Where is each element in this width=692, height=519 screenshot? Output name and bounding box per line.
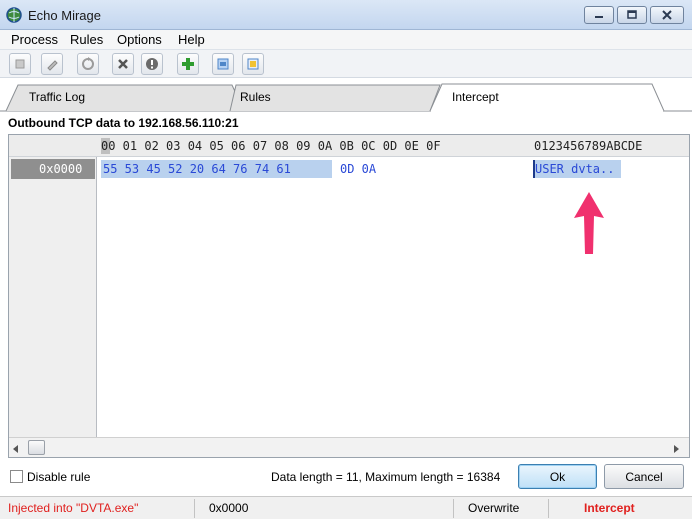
title-bar: Echo Mirage: [0, 0, 692, 30]
menu-help[interactable]: Help: [176, 32, 207, 47]
offset-gutter: [9, 135, 97, 437]
hex-editor[interactable]: 00 01 02 03 04 05 06 07 08 09 0A 0B 0C 0…: [8, 134, 690, 458]
hex-bytes-rest[interactable]: 0D 0A: [340, 162, 376, 176]
status-bar: Injected into "DVTA.exe" 0x0000 Overwrit…: [0, 496, 692, 519]
delete-button[interactable]: [112, 53, 134, 75]
menu-bar: Process Rules Options Help: [0, 30, 692, 50]
refresh-button[interactable]: [77, 53, 99, 75]
hex-bytes-selected[interactable]: 55 53 45 52 20 64 76 74 61: [103, 162, 291, 176]
scroll-right-icon[interactable]: [672, 443, 680, 457]
minimize-icon: [593, 10, 605, 20]
maximize-button[interactable]: [617, 6, 647, 24]
toolbar: [0, 50, 692, 78]
tab-strip: [0, 80, 692, 112]
horizontal-scrollbar[interactable]: [9, 437, 689, 457]
add-icon: [181, 57, 195, 71]
blue-page-icon: [216, 57, 230, 71]
menu-rules[interactable]: Rules: [68, 32, 105, 47]
arrow-up-icon: [572, 190, 606, 259]
globe-icon: [6, 7, 22, 23]
stop-button[interactable]: [9, 53, 31, 75]
minimize-button[interactable]: [584, 6, 614, 24]
stop-icon: [13, 57, 27, 71]
menu-process[interactable]: Process: [9, 32, 60, 47]
hex-column-labels: 00 01 02 03 04 05 06 07 08 09 0A 0B 0C 0…: [101, 139, 441, 153]
close-button[interactable]: [650, 6, 684, 24]
intercept-header: Outbound TCP data to 192.168.56.110:21: [8, 116, 239, 130]
maximize-icon: [626, 10, 638, 20]
window-title: Echo Mirage: [28, 8, 101, 23]
data-length-text: Data length = 11, Maximum length = 16384: [271, 470, 501, 484]
ascii-column-labels: 0123456789ABCDE: [534, 139, 643, 153]
status-offset: 0x0000: [209, 501, 249, 515]
cross-icon: [116, 57, 130, 71]
tab-intercept[interactable]: Intercept: [452, 90, 499, 104]
refresh-icon: [81, 57, 95, 71]
yellow-page-button[interactable]: [242, 53, 264, 75]
status-injected: Injected into "DVTA.exe": [8, 501, 139, 515]
tab-traffic-log[interactable]: Traffic Log: [29, 90, 85, 104]
scroll-left-icon[interactable]: [12, 443, 20, 457]
add-button[interactable]: [177, 53, 199, 75]
row-offset: 0x0000: [39, 162, 83, 176]
disable-rule-label: Disable rule: [27, 470, 91, 484]
ok-button[interactable]: Ok: [518, 464, 597, 489]
alert-icon: [145, 57, 159, 71]
edit-button[interactable]: [41, 53, 63, 75]
pencil-icon: [45, 57, 59, 71]
blue-page-button[interactable]: [212, 53, 234, 75]
menu-options[interactable]: Options: [115, 32, 164, 47]
status-mode: Overwrite: [468, 501, 520, 515]
status-separator: [548, 499, 549, 518]
alert-button[interactable]: [141, 53, 163, 75]
tab-rules[interactable]: Rules: [240, 90, 271, 104]
cancel-button[interactable]: Cancel: [604, 464, 684, 489]
status-state: Intercept: [584, 501, 635, 515]
status-separator: [453, 499, 454, 518]
disable-rule-checkbox[interactable]: [10, 470, 23, 483]
ascii-text[interactable]: USER dvta..: [535, 162, 614, 176]
scroll-thumb[interactable]: [28, 440, 45, 455]
yellow-page-icon: [246, 57, 260, 71]
close-icon: [661, 10, 673, 20]
status-separator: [194, 499, 195, 518]
